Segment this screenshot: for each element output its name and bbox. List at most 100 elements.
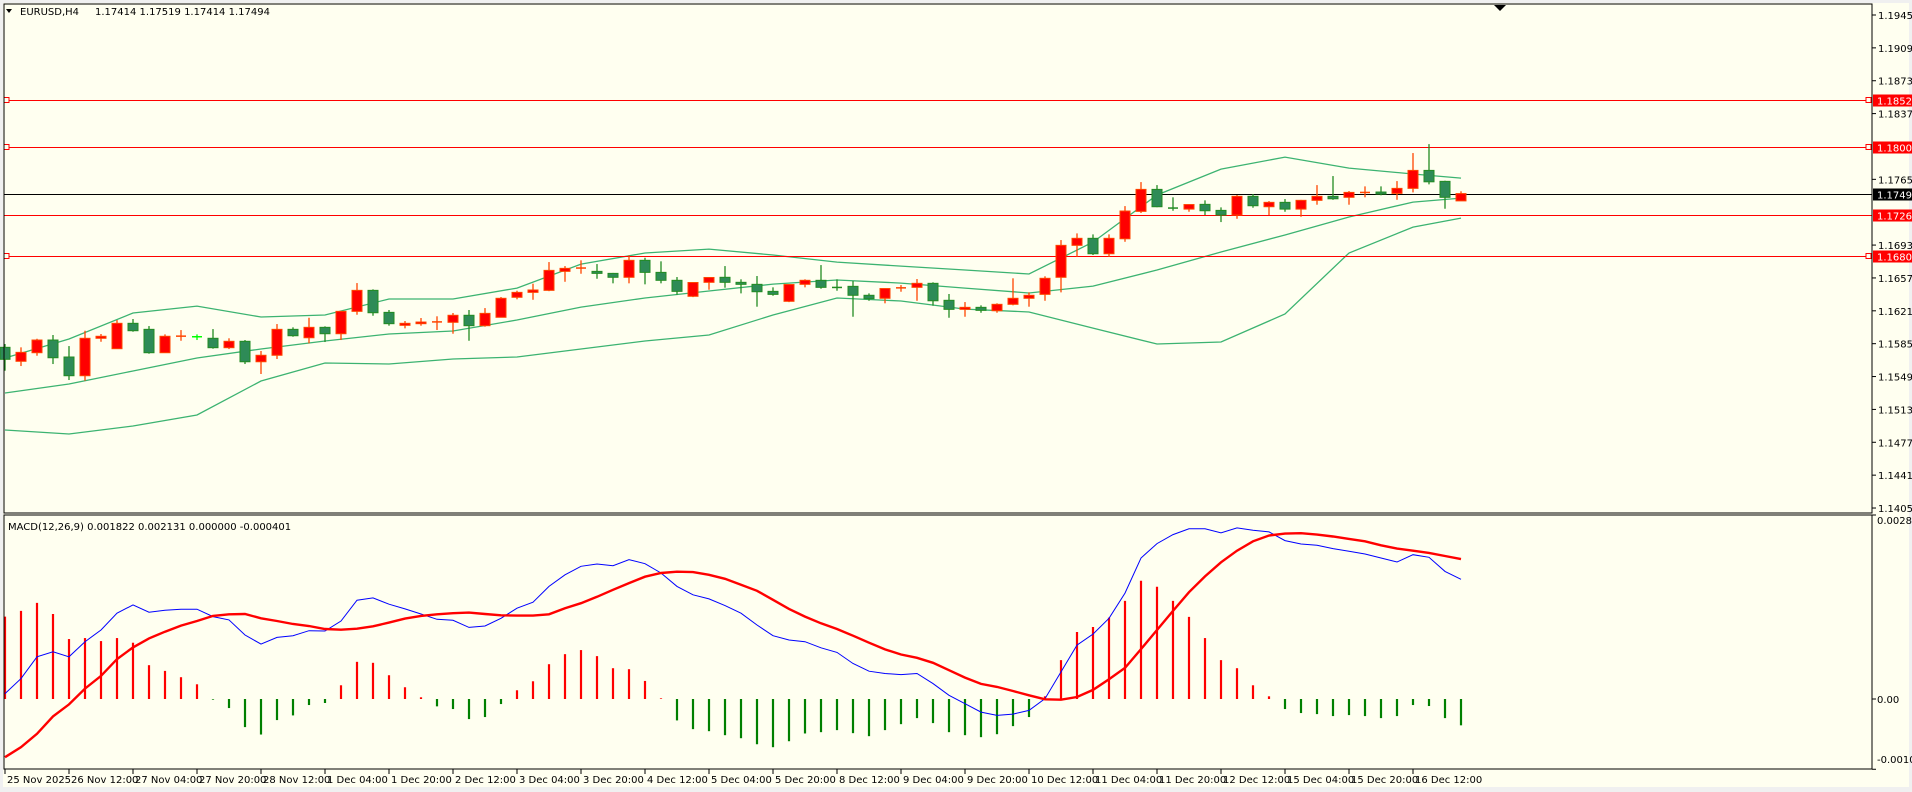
price-axis-label: 1.14050 [1878,504,1912,515]
time-axis-label: 2 Dec 12:00 [455,775,516,786]
level-handle-right[interactable] [1865,97,1872,103]
candle[interactable] [79,330,91,381]
time-axis-label: 15 Dec 04:00 [1287,775,1354,786]
candle-body [1439,180,1451,198]
level-price-label: 1.18001 [1877,144,1912,155]
time-axis-label: 9 Dec 04:00 [903,775,964,786]
candle-body [1119,210,1131,240]
level-handle-right[interactable] [1865,144,1872,150]
candle[interactable] [383,309,395,326]
time-axis-label: 8 Dec 12:00 [839,775,900,786]
candle[interactable] [1247,194,1259,208]
time-axis-label: 12 Dec 12:00 [1223,775,1290,786]
candle-body [1407,169,1419,189]
candle-body [287,328,299,337]
candle-body [1247,195,1259,207]
time-axis-label: 26 Nov 12:00 [71,775,138,786]
candle-body [127,322,139,332]
macd-axis-label: 0.00 [1877,695,1899,706]
level-handle-left[interactable] [3,253,10,259]
macd-title: MACD(12,26,9) 0.001822 0.002131 0.000000… [8,522,291,533]
price-axis-label: 1.15130 [1878,405,1912,416]
candle[interactable] [1231,195,1243,219]
candle[interactable] [495,297,507,318]
time-axis-label: 9 Dec 20:00 [967,775,1028,786]
time-axis-label: 1 Dec 20:00 [391,775,452,786]
candle-body [623,259,635,278]
price-axis-label: 1.14770 [1878,438,1912,449]
candle-body [143,328,155,354]
candle[interactable] [31,338,43,356]
macd-axis-label: 0.002802 [1877,516,1912,527]
candle-body [1375,191,1387,195]
candle-body [591,270,603,274]
time-axis-label: 28 Nov 12:00 [263,775,330,786]
candle-body [303,326,315,339]
candle-body [1311,195,1323,201]
candle-body [319,326,331,335]
candle[interactable] [1119,206,1131,242]
candle-body [1087,237,1099,255]
price-axis-label: 1.19090 [1878,44,1912,55]
candle-body [527,289,539,293]
time-axis-label: 4 Dec 12:00 [647,775,708,786]
candle[interactable] [783,284,795,303]
ohlc-readout: 1.17414 1.17519 1.17414 1.17494 [95,7,270,18]
symbol-timeframe: EURUSD,H4 [20,7,79,18]
candle-body [367,289,379,314]
candle-body [1071,237,1083,246]
candle-body [79,337,91,377]
candle-body [271,328,283,356]
time-axis-label: 1 Dec 04:00 [327,775,388,786]
time-axis-label: 3 Dec 04:00 [519,775,580,786]
level-handle-left[interactable] [3,97,10,103]
candle-body [111,322,123,350]
candle-body [1215,209,1227,216]
candle[interactable] [687,282,699,298]
candle-body [1199,203,1211,212]
candle-body [1007,297,1019,305]
candle-body [847,285,859,296]
candle-body [863,294,875,300]
candle-body [559,267,571,272]
candle-body [1391,187,1403,194]
candle-body [799,279,811,285]
candle-body [415,321,427,325]
candle[interactable] [111,320,123,350]
time-axis-label: 25 Nov 2025 [7,775,71,786]
candle[interactable] [159,334,171,354]
candle-body [943,299,955,310]
candle-body [879,288,891,299]
level-handle-right[interactable] [1865,253,1872,259]
candle-body [0,346,11,360]
time-axis-label: 11 Dec 20:00 [1159,775,1226,786]
candle-body [335,310,347,335]
price-axis-label: 1.18730 [1878,77,1912,88]
price-axis-label: 1.15850 [1878,340,1912,351]
candle-body [207,337,219,349]
candle-body [351,289,363,312]
candle[interactable] [367,289,379,316]
candle-body [1151,188,1163,208]
time-axis-label: 3 Dec 20:00 [583,775,644,786]
time-axis-label: 10 Dec 12:00 [1031,775,1098,786]
candle-body [511,291,523,298]
candle-body [927,282,939,302]
candle[interactable] [143,326,155,354]
candle-body [655,271,667,281]
candle-body [239,340,251,363]
level-handle-left[interactable] [3,144,10,150]
candle-body [687,282,699,297]
candle-body [463,314,475,327]
candle[interactable] [271,324,283,360]
candle-body [399,322,411,326]
candle-body [1023,294,1035,299]
chart-window[interactable]: 1.18524 1.18001 1.17262 1.16807 1.19450 1.190… [0,0,1912,792]
candle-body [95,335,107,339]
candle-body [735,281,747,285]
candle-body [751,283,763,293]
candle-body [959,306,971,310]
candle[interactable] [239,340,251,365]
candle-body [719,276,731,283]
level-price-label: 1.16807 [1877,253,1912,264]
